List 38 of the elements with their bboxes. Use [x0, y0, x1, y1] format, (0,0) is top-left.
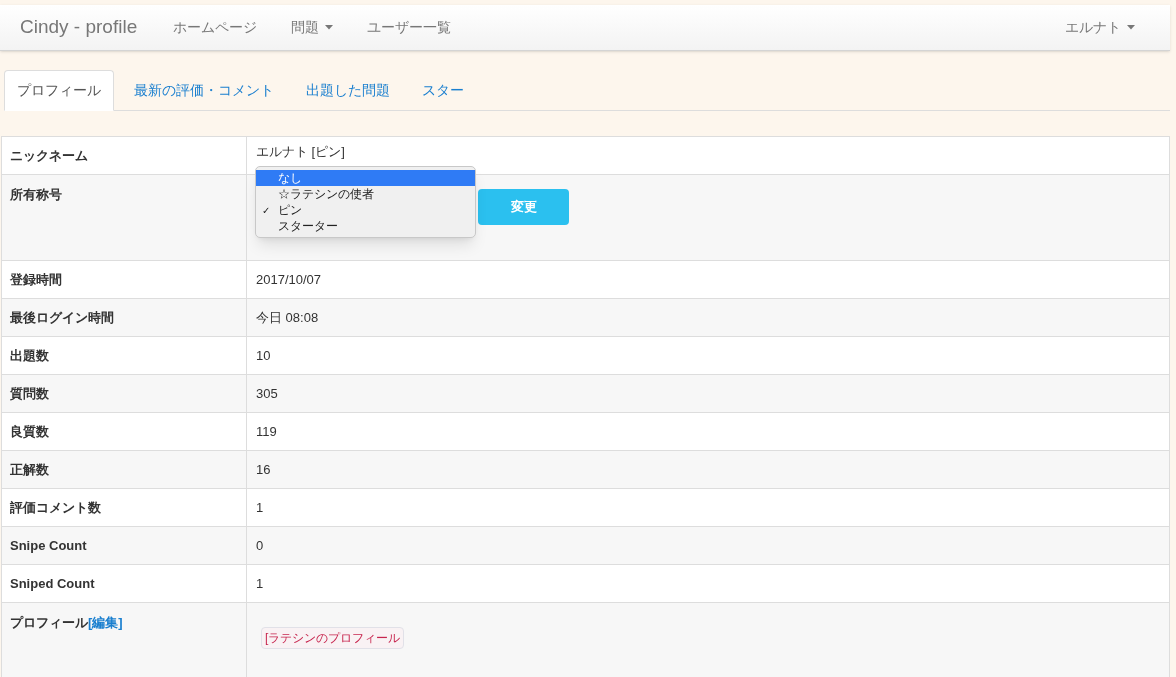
nav-link[interactable]: ホームページ: [173, 17, 258, 38]
user-menu[interactable]: エルナト: [1065, 17, 1135, 38]
field-label: 登録時間: [2, 261, 247, 298]
field-label: 正解数: [2, 451, 247, 488]
field-label: Snipe Count: [2, 527, 247, 564]
field-label: ニックネーム: [2, 137, 247, 174]
edit-link[interactable]: [編集]: [88, 615, 123, 630]
field-value: 0: [255, 536, 265, 555]
nav-link[interactable]: ユーザー一覧: [367, 17, 452, 38]
tab[interactable]: スター: [410, 70, 476, 110]
field-value: 10: [255, 346, 272, 365]
field-value: 今日 08:08: [255, 308, 320, 327]
field-value: 1: [255, 574, 265, 593]
field-value: 16: [255, 460, 272, 479]
field-label: プロフィール: [10, 615, 88, 630]
field-value: エルナト [ピン]: [255, 142, 346, 161]
nav-link[interactable]: 問題: [291, 17, 334, 38]
field-label: 良質数: [2, 413, 247, 450]
field-label: Sniped Count: [2, 565, 247, 602]
tab[interactable]: 出題した問題: [294, 70, 402, 110]
dropdown-option[interactable]: ✓ ピン: [256, 202, 475, 218]
dropdown-option[interactable]: なし: [256, 170, 475, 186]
field-label: 評価コメント数: [2, 489, 247, 526]
tab[interactable]: 最新の評価・コメント: [122, 70, 286, 110]
field-label: 所有称号: [2, 175, 247, 260]
brand-link[interactable]: Cindy - profile: [0, 13, 174, 42]
field-value: 305: [255, 384, 279, 403]
dropdown-option[interactable]: スターター: [256, 218, 475, 234]
profile-code: [ラテシンのプロフィール: [261, 627, 405, 649]
dropdown-option[interactable]: ☆ラテシンの使者: [256, 186, 475, 202]
field-label: 出題数: [2, 337, 247, 374]
check-icon: ✓: [262, 202, 278, 218]
field-value: 1: [255, 498, 265, 517]
field-value: 2017/10/07: [255, 270, 323, 289]
field-label: 質問数: [2, 375, 247, 412]
field-value: 119: [255, 422, 278, 441]
field-label: 最後ログイン時間: [2, 299, 247, 336]
tab[interactable]: プロフィール: [4, 70, 114, 111]
